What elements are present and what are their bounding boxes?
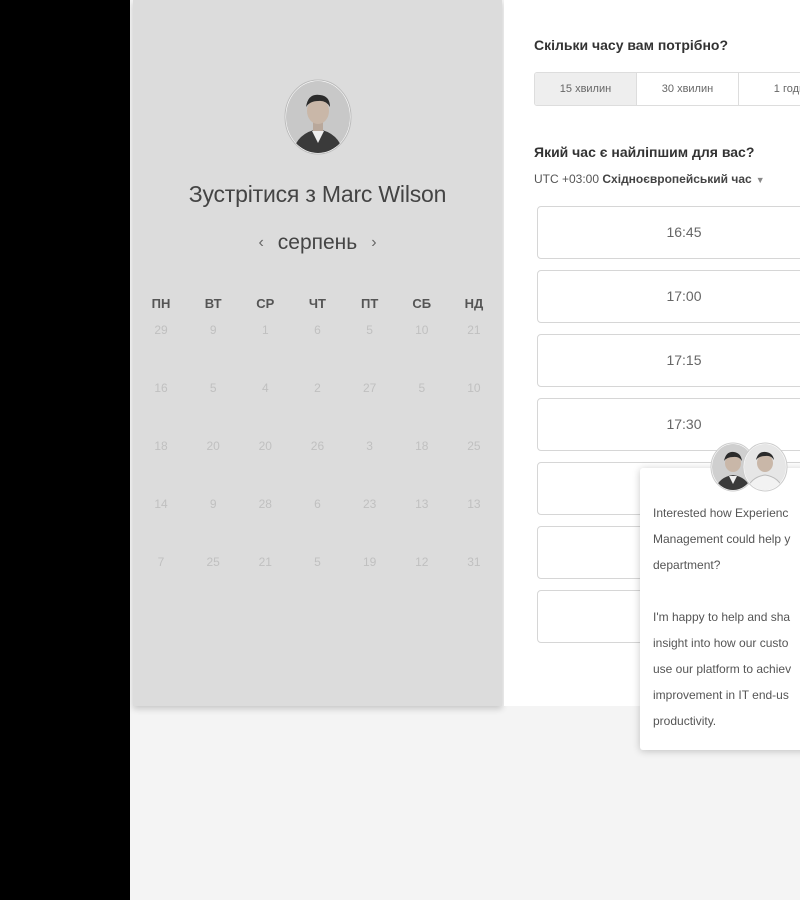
calendar-day: 12 bbox=[415, 555, 429, 569]
timezone-name: Східноєвропейський час bbox=[602, 172, 752, 186]
calendar-day: 18 bbox=[415, 439, 429, 453]
calendar-day: 1 bbox=[261, 323, 269, 337]
calendar-week: 7 25 21 5 19 12 31 bbox=[135, 552, 500, 610]
chat-popup[interactable]: Interested how Experienc Management coul… bbox=[640, 442, 800, 750]
chat-avatars bbox=[710, 442, 790, 494]
calendar-week: 14 9 28 6 23 13 13 bbox=[135, 494, 500, 552]
calendar-day: 27 bbox=[362, 381, 377, 395]
calendar-day: 13 bbox=[467, 497, 481, 511]
calendar-day: 2 bbox=[314, 381, 321, 395]
chevron-right-icon[interactable]: › bbox=[371, 234, 376, 251]
weekday-label: СБ bbox=[412, 296, 432, 311]
calendar-day: 20 bbox=[206, 439, 220, 453]
calendar-day: 29 bbox=[154, 323, 168, 337]
calendar-day: 9 bbox=[209, 497, 217, 511]
chat-line: productivity. bbox=[653, 714, 717, 728]
calendar-day: 19 bbox=[362, 555, 377, 569]
calendar-day: 7 bbox=[157, 555, 165, 569]
calendar-day: 18 bbox=[154, 439, 168, 453]
weekday-label: ЧТ bbox=[308, 296, 326, 311]
calendar-day: 20 bbox=[258, 439, 272, 453]
calendar-panel: Зустрітися з Marc Wilson ‹ серпень › ПН ВТ… bbox=[133, 0, 502, 706]
calendar-day: 14 bbox=[154, 497, 168, 511]
calendar-day: 28 bbox=[258, 497, 272, 511]
weekday-label: ПТ bbox=[360, 296, 379, 311]
timezone-selector[interactable]: UTC +03:00 Східноєвропейський час ▼ bbox=[534, 172, 765, 186]
calendar-day: 6 bbox=[314, 323, 321, 337]
chat-paragraph: Interested how Experienc Management coul… bbox=[653, 500, 800, 578]
time-slot[interactable]: 17:15 bbox=[537, 334, 800, 387]
time-slot[interactable]: 17:00 bbox=[537, 270, 800, 323]
chat-paragraph: I'm happy to help and sha insight into h… bbox=[653, 604, 800, 734]
duration-option-30[interactable]: 30 хвилин bbox=[637, 73, 739, 105]
meeting-title: Зустрітися з Marc Wilson bbox=[188, 181, 447, 207]
calendar-week: 18 20 20 26 3 18 25 bbox=[135, 436, 500, 494]
chat-line: improvement in IT end-us bbox=[653, 688, 789, 702]
month-navigator: ‹ серпень › bbox=[133, 231, 502, 255]
calendar-week: 29 9 1 6 5 10 21 bbox=[135, 320, 500, 378]
calendar-day: 5 bbox=[314, 555, 321, 569]
duration-option-60[interactable]: 1 годи bbox=[739, 73, 800, 105]
calendar-grid: 29 9 1 6 5 10 21 16 5 4 2 27 5 10 18 20 … bbox=[135, 320, 500, 610]
duration-selector: 15 хвилин 30 хвилин 1 годи bbox=[534, 72, 800, 106]
calendar-day: 16 bbox=[154, 381, 168, 395]
calendar-day: 5 bbox=[418, 381, 426, 395]
chat-line: I'm happy to help and sha bbox=[653, 610, 791, 624]
chat-line: insight into how our custo bbox=[653, 636, 789, 650]
calendar-day: 10 bbox=[415, 323, 429, 337]
time-question: Який час є найліпшим для вас? bbox=[534, 144, 755, 160]
host-avatar bbox=[284, 79, 352, 155]
chat-agent-avatar bbox=[742, 442, 788, 492]
chat-line: department? bbox=[653, 558, 721, 572]
weekday-label: НД bbox=[464, 296, 484, 311]
calendar-day: 13 bbox=[415, 497, 429, 511]
chat-line: Management could help y bbox=[653, 532, 791, 546]
duration-option-15[interactable]: 15 хвилин bbox=[535, 73, 637, 105]
time-slot[interactable]: 16:45 bbox=[537, 206, 800, 259]
calendar-day: 10 bbox=[467, 381, 481, 395]
chat-line: use our platform to achiev bbox=[653, 662, 792, 676]
calendar-day: 6 bbox=[314, 497, 321, 511]
calendar-day: 25 bbox=[467, 439, 481, 453]
calendar-day: 21 bbox=[258, 555, 272, 569]
chat-line: Interested how Experienc bbox=[653, 506, 789, 520]
calendar-week: 16 5 4 2 27 5 10 bbox=[135, 378, 500, 436]
weekday-header: ПН ВТ СР ЧТ ПТ СБ НД bbox=[135, 296, 500, 311]
weekday-label: СР bbox=[256, 296, 275, 311]
weekday-label: ВТ bbox=[204, 296, 222, 311]
timezone-offset: UTC +03:00 bbox=[534, 172, 600, 186]
calendar-day: 3 bbox=[366, 439, 373, 453]
calendar-day: 5 bbox=[366, 323, 373, 337]
calendar-day: 4 bbox=[261, 381, 269, 395]
calendar-day: 25 bbox=[206, 555, 220, 569]
calendar-day: 9 bbox=[209, 323, 217, 337]
caret-down-icon: ▼ bbox=[755, 175, 765, 185]
calendar-day: 21 bbox=[467, 323, 481, 337]
calendar-day: 5 bbox=[209, 381, 217, 395]
chat-message: Interested how Experienc Management coul… bbox=[653, 500, 800, 760]
weekday-label: ПН bbox=[151, 296, 171, 311]
calendar-day: 23 bbox=[362, 497, 377, 511]
month-label: серпень bbox=[277, 231, 358, 254]
calendar-day: 31 bbox=[467, 555, 481, 569]
duration-question: Скільки часу вам потрібно? bbox=[534, 37, 729, 53]
chevron-left-icon[interactable]: ‹ bbox=[258, 234, 263, 251]
calendar-day: 26 bbox=[310, 439, 325, 453]
